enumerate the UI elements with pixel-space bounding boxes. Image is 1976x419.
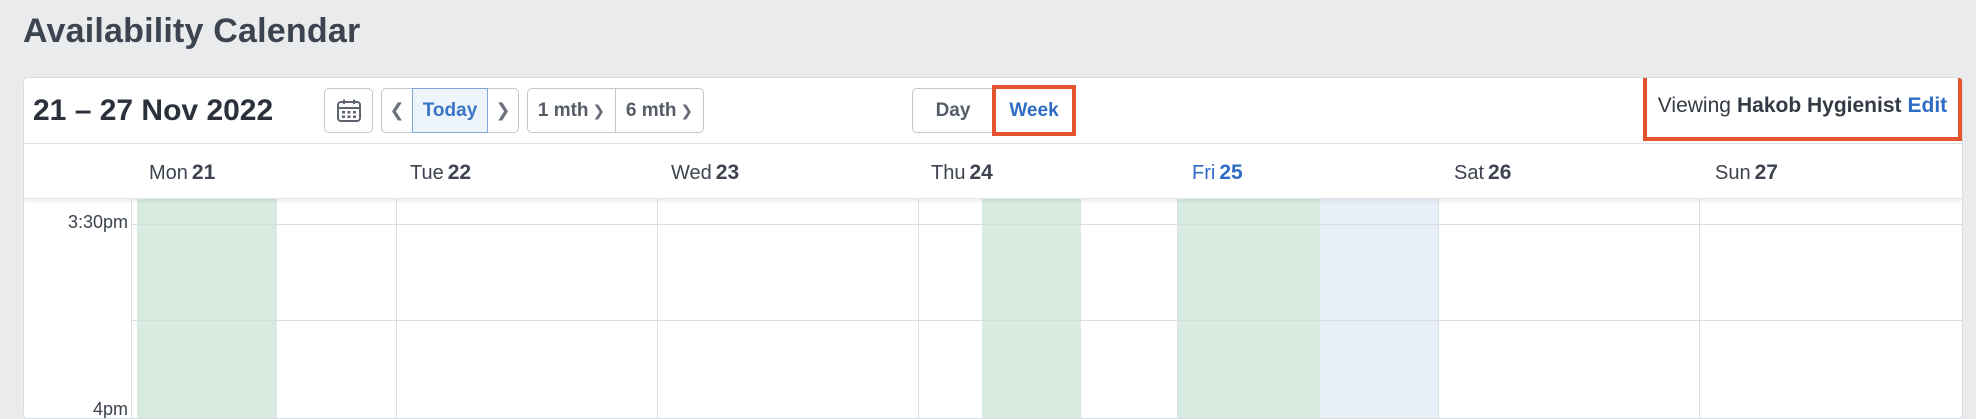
day-header-tue[interactable]: Tue 22	[410, 161, 471, 185]
day-number: 23	[715, 161, 740, 184]
column-divider	[1177, 198, 1178, 418]
day-number: 25	[1219, 161, 1243, 184]
date-range-title: 21 – 27 Nov 2022	[33, 94, 274, 127]
calendar-icon	[336, 99, 361, 122]
available-block	[137, 198, 277, 418]
month-jump-group: 1 mth ❯ 6 mth ❯	[527, 88, 704, 133]
day-header-wed[interactable]: Wed 23	[671, 161, 739, 185]
day-header-sat[interactable]: Sat 26	[1454, 161, 1511, 185]
page-title: Availability Calendar	[23, 12, 361, 50]
chevron-right-icon: ❯	[680, 102, 694, 120]
day-of-week: Sat	[1454, 162, 1485, 184]
viewing-provider: Viewing Hakob Hygienist Edit	[1643, 78, 1962, 141]
day-number: 22	[447, 161, 472, 184]
day-number: 21	[191, 161, 216, 184]
day-of-week: Sun	[1715, 162, 1751, 184]
view-toggle-group: Day Week	[912, 85, 1076, 136]
time-label: 4pm	[92, 399, 128, 419]
week-view-button[interactable]: Week	[992, 85, 1076, 136]
today-column-highlight	[1320, 198, 1438, 418]
chevron-right-icon: ❯	[495, 100, 511, 120]
column-divider	[396, 198, 397, 418]
day-header-sun[interactable]: Sun 27	[1715, 161, 1778, 185]
previous-week-button[interactable]: ❮	[381, 88, 413, 133]
day-of-week: Thu	[931, 162, 966, 184]
provider-name: Hakob Hygienist	[1736, 94, 1902, 117]
week-days-header: Mon 21 Tue 22 Wed 23 Thu 24 Fri 25 Sat 26 Sun 27	[24, 144, 1962, 199]
day-of-week: Wed	[671, 162, 712, 184]
chevron-left-icon: ❮	[389, 100, 405, 120]
column-divider	[1699, 198, 1700, 418]
one-month-label: 1 mth	[537, 99, 589, 121]
date-nav-group: ❮ Today ❯	[381, 88, 519, 133]
time-gridline	[131, 320, 1962, 321]
column-divider	[1438, 198, 1439, 418]
next-week-button[interactable]: ❯	[487, 88, 519, 133]
chevron-right-icon: ❯	[592, 102, 606, 120]
viewing-prefix: Viewing	[1657, 94, 1731, 117]
six-month-label: 6 mth	[625, 99, 677, 121]
column-divider	[918, 198, 919, 418]
today-button[interactable]: Today	[412, 88, 488, 133]
day-of-week: Tue	[410, 162, 444, 184]
calendar-picker-button[interactable]	[324, 88, 373, 133]
time-label: 3:30pm	[67, 212, 128, 232]
edit-provider-link[interactable]: Edit	[1908, 94, 1948, 118]
six-month-button[interactable]: 6 mth ❯	[615, 88, 704, 133]
available-block	[982, 198, 1081, 418]
one-month-button[interactable]: 1 mth ❯	[527, 88, 616, 133]
calendar-card: 21 – 27 Nov 2022 ❮ Today ❯ 1 mth ❯ 6 mth…	[23, 77, 1963, 419]
calendar-toolbar: 21 – 27 Nov 2022 ❮ Today ❯ 1 mth ❯ 6 mth…	[24, 78, 1962, 144]
day-of-week: Fri	[1192, 162, 1216, 184]
day-header-thu[interactable]: Thu 24	[931, 161, 993, 185]
day-header-fri[interactable]: Fri 25	[1192, 161, 1243, 185]
day-number: 26	[1488, 161, 1512, 184]
day-number: 27	[1754, 161, 1778, 184]
time-gridline	[131, 224, 1962, 225]
day-header-mon[interactable]: Mon 21	[149, 161, 215, 185]
available-block	[1177, 198, 1320, 418]
day-of-week: Mon	[149, 162, 188, 184]
day-number: 24	[969, 161, 993, 184]
time-grid: 3:30pm 4pm	[24, 198, 1962, 419]
column-divider	[131, 198, 132, 418]
column-divider	[657, 198, 658, 418]
day-view-button[interactable]: Day	[912, 88, 994, 133]
